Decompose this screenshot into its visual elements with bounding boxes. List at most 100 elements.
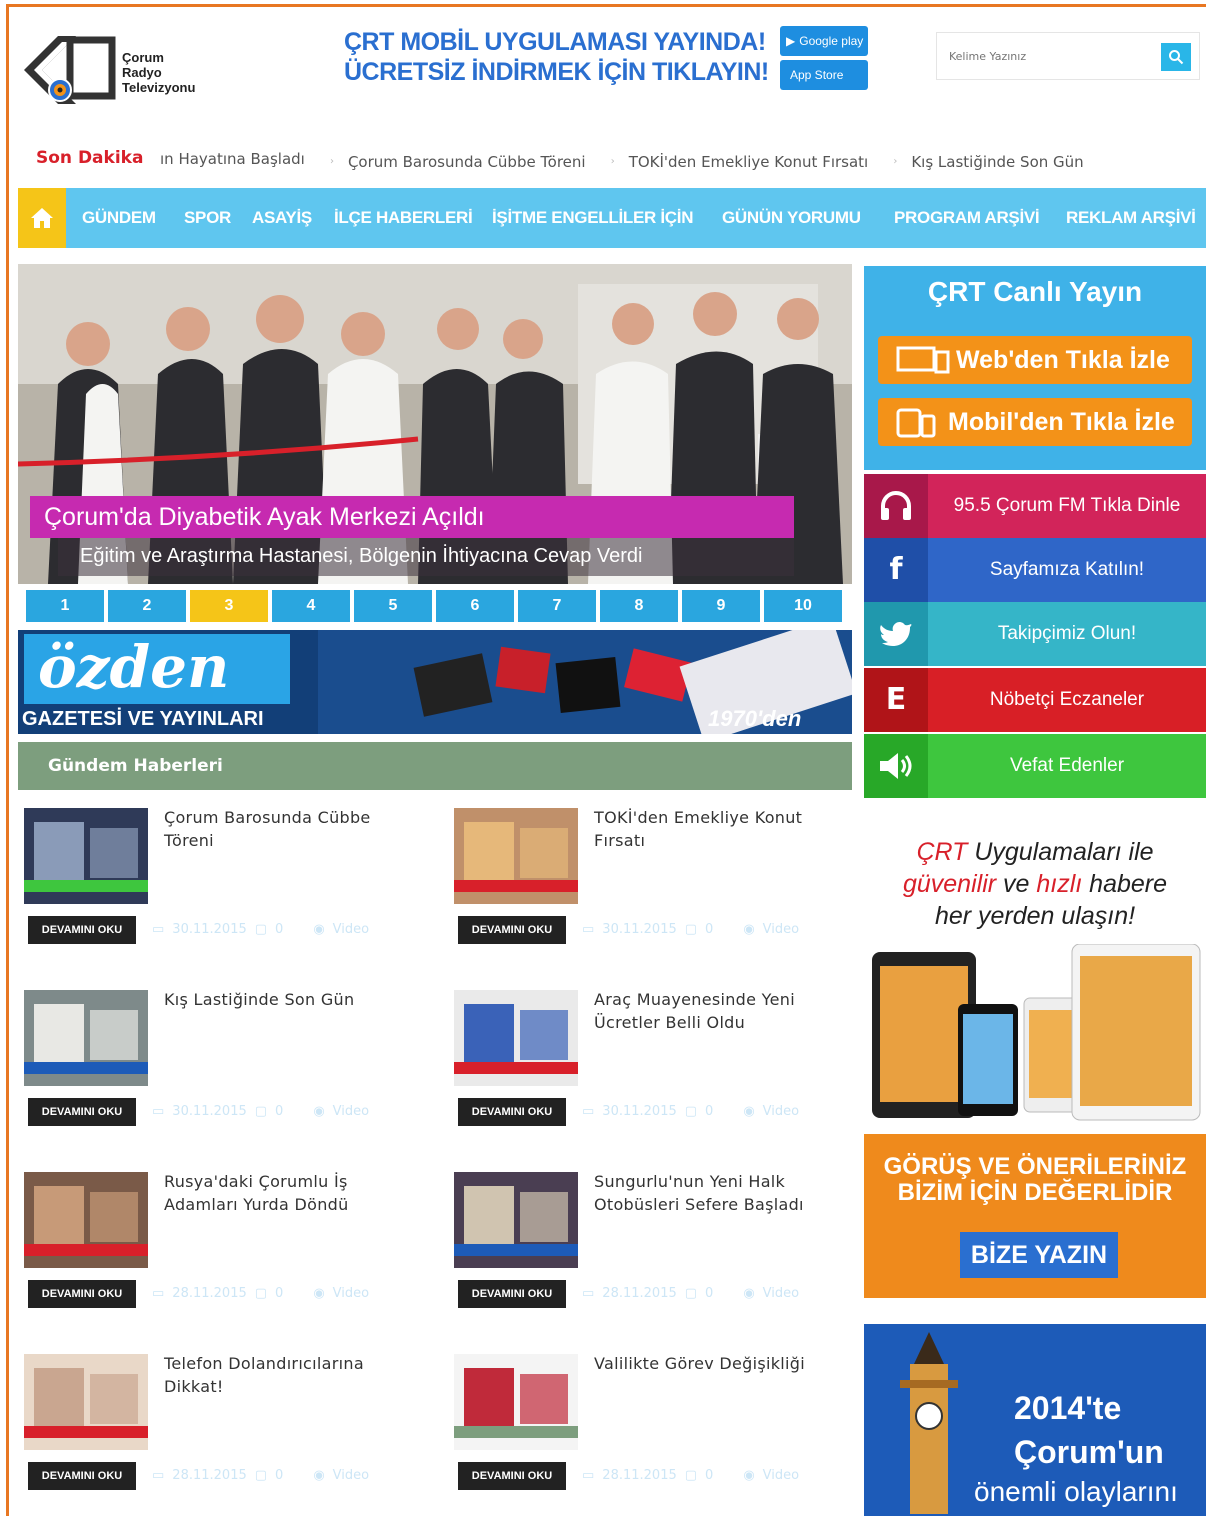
- news-title[interactable]: TOKİ'den Emekliye Konut Fırsatı: [594, 806, 834, 852]
- pharmacy-link[interactable]: E Nöbetçi Eczaneler: [864, 668, 1206, 732]
- news-thumbnail[interactable]: [454, 808, 578, 904]
- nav-item-program-arsivi[interactable]: PROGRAM ARŞİVİ: [894, 188, 1040, 248]
- slider-page-10[interactable]: 10: [764, 590, 842, 622]
- news-title[interactable]: Kış Lastiğinde Son Gün: [164, 988, 404, 1011]
- feedback-title-line-1: GÖRÜŞ VE ÖNERİLERİNİZ: [883, 1153, 1187, 1180]
- nav-item-reklam-arsivi[interactable]: REKLAM ARŞİVİ: [1066, 188, 1196, 248]
- home-button[interactable]: [18, 188, 66, 248]
- mobile-app-promo[interactable]: ÇRT MOBİL UYGULAMASI YAYINDA! ÜCRETSİZ İ…: [340, 24, 880, 94]
- news-item[interactable]: TOKİ'den Emekliye Konut Fırsatı DEVAMINI …: [448, 804, 868, 954]
- apps-line-1: Uygulamaları ile: [967, 838, 1154, 866]
- ozden-since: 1970'den beri...: [708, 706, 802, 734]
- mobile-apps-ad[interactable]: ÇRT Uygulamaları ile güvenilir ve hızlı …: [864, 826, 1206, 1128]
- read-more-button[interactable]: DEVAMINI OKU: [28, 1098, 136, 1126]
- chevron-right-icon: ›: [329, 156, 334, 167]
- news-title[interactable]: Valilikte Görev Değişikliği: [594, 1352, 834, 1375]
- news-item[interactable]: Valilikte Görev Değişikliği DEVAMINI OKU ▭…: [448, 1350, 868, 1500]
- calendar-icon: ▭: [152, 922, 165, 937]
- site-logo[interactable]: Çorum Radyo Televizyonu: [18, 30, 218, 110]
- news-item[interactable]: Sungurlu'nun Yeni Halk Otobüsleri Sefere…: [448, 1168, 868, 1318]
- nav-item-ilce-haberleri[interactable]: İLÇE HABERLERİ: [334, 188, 473, 248]
- headphones-icon: [864, 474, 928, 538]
- ticker-item[interactable]: › TOKİ'den Emekliye Konut Fırsatı: [611, 143, 869, 179]
- news-title[interactable]: Rusya'daki Çorumlu İş Adamları Yurda Dön…: [164, 1170, 404, 1216]
- slider-page-6[interactable]: 6: [436, 590, 514, 622]
- ticker-item[interactable]: ın Hayatına Başladı: [160, 140, 305, 178]
- radio-fm-link[interactable]: 95.5 Çorum FM Tıkla Dinle: [864, 474, 1206, 538]
- news-thumbnail[interactable]: [454, 1354, 578, 1450]
- app-store-button[interactable]: App Store: [780, 60, 868, 90]
- breaking-news-bar: Son Dakika ın Hayatına Başladı › Çorum Ba…: [10, 140, 1200, 178]
- news-thumbnail[interactable]: [24, 990, 148, 1086]
- google-play-button[interactable]: ▶ Google play: [780, 26, 868, 56]
- search-input[interactable]: [937, 33, 1155, 79]
- news-title[interactable]: Çorum Barosunda Cübbe Töreni: [164, 806, 404, 852]
- news-date: 30.11.2015: [172, 1104, 247, 1119]
- news-title[interactable]: Telefon Dolandırıcılarına Dikkat!: [164, 1352, 404, 1398]
- news-meta: ▭ 30.11.2015 ▢ 0 ◉ Video: [152, 1104, 377, 1119]
- radio-fm-label: 95.5 Çorum FM Tıkla Dinle: [953, 495, 1181, 516]
- read-more-button[interactable]: DEVAMINI OKU: [28, 916, 136, 944]
- nav-item-gunun-yorumu[interactable]: GÜNÜN YORUMU: [722, 188, 861, 248]
- news-comment-count: 0: [275, 1468, 284, 1483]
- comment-icon: ▢: [684, 1104, 698, 1119]
- nav-item-spor[interactable]: SPOR: [184, 188, 231, 248]
- news-item[interactable]: Telefon Dolandırıcılarına Dikkat! DEVAMIN…: [18, 1350, 438, 1500]
- nav-item-isitme-engelliler[interactable]: İŞİTME ENGELLİLER İÇİN: [492, 188, 693, 248]
- news-meta: ▭ 30.11.2015 ▢ 0 ◉ Video: [582, 1104, 807, 1119]
- feedback-title: GÖRÜŞ VE ÖNERİLERİNİZ BİZİM İÇİN DEĞERLİ…: [864, 1154, 1206, 1206]
- slider-caption-title[interactable]: Çorum'da Diyabetik Ayak Merkezi Açıldı: [30, 496, 794, 538]
- live-broadcast-title: ÇRT Canlı Yayın: [927, 276, 1143, 307]
- search-button[interactable]: [1161, 43, 1191, 71]
- app-store-label: App Store: [790, 68, 844, 82]
- year-review-ad[interactable]: 2014'te Çorum'un önemli olaylarını: [864, 1324, 1206, 1516]
- obituary-link[interactable]: Vefat Edenler: [864, 734, 1206, 798]
- slider-page-5[interactable]: 5: [354, 590, 432, 622]
- read-more-button[interactable]: DEVAMINI OKU: [28, 1462, 136, 1490]
- calendar-icon: ▭: [582, 1104, 595, 1119]
- slider-page-2[interactable]: 2: [108, 590, 186, 622]
- facebook-link[interactable]: f Sayfamıza Katılın!: [864, 538, 1206, 602]
- news-date: 28.11.2015: [172, 1468, 247, 1483]
- slider-page-8[interactable]: 8: [600, 590, 678, 622]
- ticker-item-text: Çorum Barosunda Cübbe Töreni: [347, 152, 586, 171]
- read-more-button[interactable]: DEVAMINI OKU: [458, 1462, 566, 1490]
- news-thumbnail[interactable]: [454, 990, 578, 1086]
- news-title[interactable]: Araç Muayenesinde Yeni Ücretler Belli Ol…: [594, 988, 834, 1034]
- read-more-button[interactable]: DEVAMINI OKU: [458, 1280, 566, 1308]
- ticker-item-text: ın Hayatına Başladı: [160, 150, 305, 168]
- slider-page-4[interactable]: 4: [272, 590, 350, 622]
- news-title[interactable]: Sungurlu'nun Yeni Halk Otobüsleri Sefere…: [594, 1170, 834, 1216]
- news-thumbnail[interactable]: [24, 808, 148, 904]
- slider-page-1[interactable]: 1: [26, 590, 104, 622]
- news-item[interactable]: Araç Muayenesinde Yeni Ücretler Belli Ol…: [448, 986, 868, 1136]
- read-more-button[interactable]: DEVAMINI OKU: [458, 916, 566, 944]
- twitter-link[interactable]: Takipçimiz Olun!: [864, 602, 1206, 666]
- slider-page-7[interactable]: 7: [518, 590, 596, 622]
- watch-web-button[interactable]: Web'den Tıkla İzle: [878, 336, 1192, 384]
- contact-us-button[interactable]: BİZE YAZIN: [960, 1232, 1118, 1278]
- obituary-label: Vefat Edenler: [1009, 755, 1125, 776]
- watch-mobile-button[interactable]: Mobil'den Tıkla İzle: [878, 398, 1192, 446]
- ticker-item[interactable]: › Çorum Barosunda Cübbe Töreni: [330, 143, 586, 179]
- nav-item-asayis[interactable]: ASAYİŞ: [252, 188, 312, 248]
- ozden-newspaper-banner[interactable]: özden GAZETESİ VE YAYINLARI 1970'den ber…: [18, 630, 852, 734]
- speaker-icon: [864, 734, 928, 798]
- apps-word-reliable: güvenilir: [902, 870, 997, 898]
- comment-icon: ▢: [254, 1468, 268, 1483]
- news-comment-count: 0: [275, 1104, 284, 1119]
- news-item[interactable]: Kış Lastiğinde Son Gün DEVAMINI OKU ▭ 30.11…: [18, 986, 438, 1136]
- news-item[interactable]: Çorum Barosunda Cübbe Töreni DEVAMINI OKU…: [18, 804, 438, 954]
- news-item[interactable]: Rusya'daki Çorumlu İş Adamları Yurda Dön…: [18, 1168, 438, 1318]
- eye-icon: ◉: [743, 1468, 755, 1483]
- slider-page-3[interactable]: 3: [190, 590, 268, 622]
- ticker-item[interactable]: › Kış Lastiğinde Son Gün: [893, 143, 1083, 179]
- nav-item-gundem[interactable]: GÜNDEM: [82, 188, 156, 248]
- news-thumbnail[interactable]: [454, 1172, 578, 1268]
- facebook-label: Sayfamıza Katılın!: [989, 559, 1145, 580]
- read-more-button[interactable]: DEVAMINI OKU: [28, 1280, 136, 1308]
- read-more-button[interactable]: DEVAMINI OKU: [458, 1098, 566, 1126]
- news-thumbnail[interactable]: [24, 1172, 148, 1268]
- slider-page-9[interactable]: 9: [682, 590, 760, 622]
- news-thumbnail[interactable]: [24, 1354, 148, 1450]
